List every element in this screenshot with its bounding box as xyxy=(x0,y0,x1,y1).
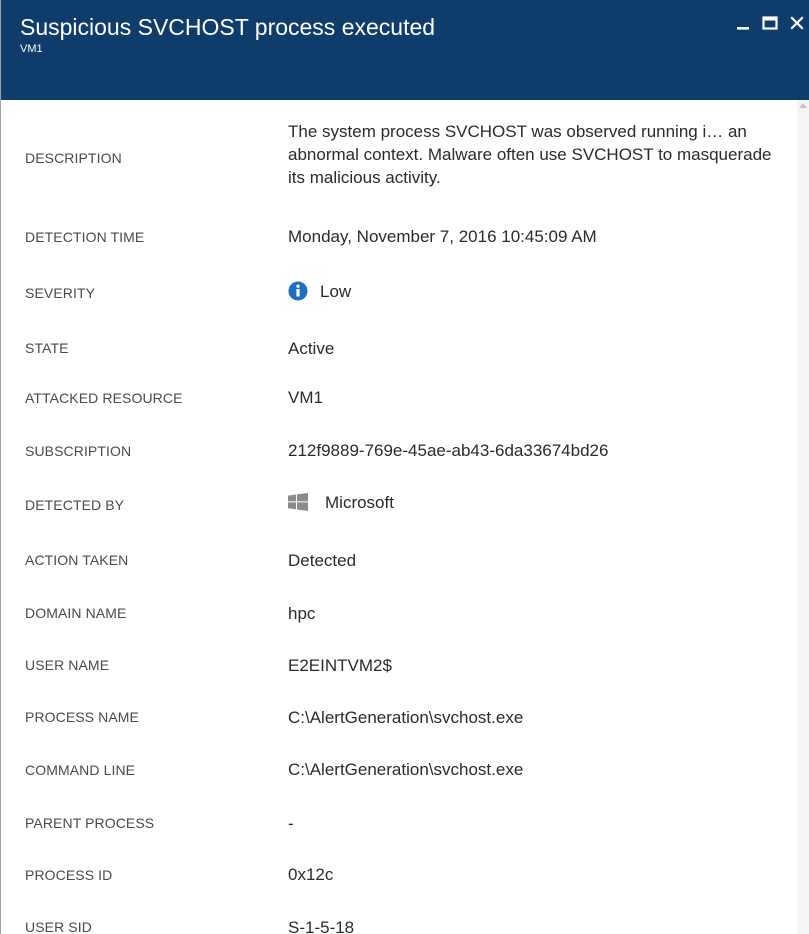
blade-header: Suspicious SVCHOST process executed VM1 xyxy=(1,0,809,100)
property-label: DOMAIN NAME xyxy=(25,605,127,621)
property-value-description: The system process SVCHOST was observed … xyxy=(288,122,772,187)
property-value: C:\AlertGeneration\svchost.exe xyxy=(288,760,524,779)
property-row-state: STATE Active xyxy=(1,336,798,366)
property-row-severity: SEVERITY Low xyxy=(1,280,798,310)
property-label: PARENT PROCESS xyxy=(25,815,155,831)
maximize-icon xyxy=(761,16,778,30)
property-value: Active xyxy=(288,339,335,358)
property-value: Monday, November 7, 2016 10:45:09 AM xyxy=(288,227,597,246)
property-value: - xyxy=(288,814,294,833)
property-value: Detected xyxy=(288,551,357,570)
property-value: hpc xyxy=(288,604,316,623)
property-value: E2EINTVM2$ xyxy=(288,656,392,675)
property-value: 0x12c xyxy=(288,865,334,884)
scroll-up-arrow-icon[interactable] xyxy=(799,103,807,108)
property-row-subscription: SUBSCRIPTION 212f9889-769e-45ae-ab43-6da… xyxy=(1,440,798,470)
property-row-command-line: COMMAND LINE C:\AlertGeneration\svchost.… xyxy=(1,759,798,789)
close-icon xyxy=(789,16,804,30)
property-row-user-sid: USER SID S-1-5-18 xyxy=(1,916,798,934)
property-value-detected-by: Microsoft xyxy=(288,492,394,513)
property-row-domain-name: DOMAIN NAME hpc xyxy=(1,602,798,632)
property-row-description: DESCRIPTION The system process SVCHOST w… xyxy=(1,120,798,200)
alert-properties-list: DESCRIPTION The system process SVCHOST w… xyxy=(1,100,798,934)
property-row-user-name: USER NAME E2EINTVM2$ xyxy=(1,654,798,684)
property-value: VM1 xyxy=(288,388,323,407)
property-row-process-id: PROCESS ID 0x12c xyxy=(1,863,798,893)
property-label: SEVERITY xyxy=(25,285,96,301)
property-row-process-name: PROCESS NAME C:\AlertGeneration\svchost.… xyxy=(1,706,798,736)
close-button[interactable] xyxy=(783,10,809,36)
property-row-detection-time: DETECTION TIME Monday, November 7, 2016 … xyxy=(1,225,798,255)
property-label: DETECTED BY xyxy=(25,497,125,513)
property-value-severity: Low xyxy=(288,281,352,302)
maximize-button[interactable] xyxy=(756,10,783,36)
property-row-attacked-resource: ATTACKED RESOURCE VM1 xyxy=(1,387,798,417)
property-label: ATTACKED RESOURCE xyxy=(25,390,183,406)
property-label: COMMAND LINE xyxy=(25,762,136,778)
detected-by-text: Microsoft xyxy=(325,493,394,512)
windows-logo-icon xyxy=(288,492,308,511)
property-value: S-1-5-18 xyxy=(288,918,355,934)
severity-text: Low xyxy=(320,282,352,301)
property-value: 212f9889-769e-45ae-ab43-6da33674bd26 xyxy=(288,441,609,460)
blade-title: Suspicious SVCHOST process executed xyxy=(20,14,436,40)
property-label: PROCESS ID xyxy=(25,867,113,883)
property-label: DESCRIPTION xyxy=(25,150,122,166)
property-label: PROCESS NAME xyxy=(25,709,139,725)
vertical-scrollbar[interactable] xyxy=(797,100,809,934)
property-label: USER NAME xyxy=(25,657,110,673)
property-label: ACTION TAKEN xyxy=(25,552,129,568)
property-label: SUBSCRIPTION xyxy=(25,443,132,459)
property-row-parent-process: PARENT PROCESS - xyxy=(1,812,798,842)
property-label: STATE xyxy=(25,340,69,356)
info-icon xyxy=(288,281,308,301)
property-label: DETECTION TIME xyxy=(25,229,145,245)
alert-details-blade: Suspicious SVCHOST process executed VM1 xyxy=(0,0,809,934)
blade-subtitle: VM1 xyxy=(20,43,43,55)
property-row-action-taken: ACTION TAKEN Detected xyxy=(1,549,798,579)
minimize-button[interactable] xyxy=(729,10,756,36)
property-value: C:\AlertGeneration\svchost.exe xyxy=(288,708,524,727)
window-controls xyxy=(729,10,809,36)
minimize-icon xyxy=(736,27,749,30)
property-row-detected-by: DETECTED BY Microsoft xyxy=(1,492,798,523)
property-label: USER SID xyxy=(25,919,92,934)
